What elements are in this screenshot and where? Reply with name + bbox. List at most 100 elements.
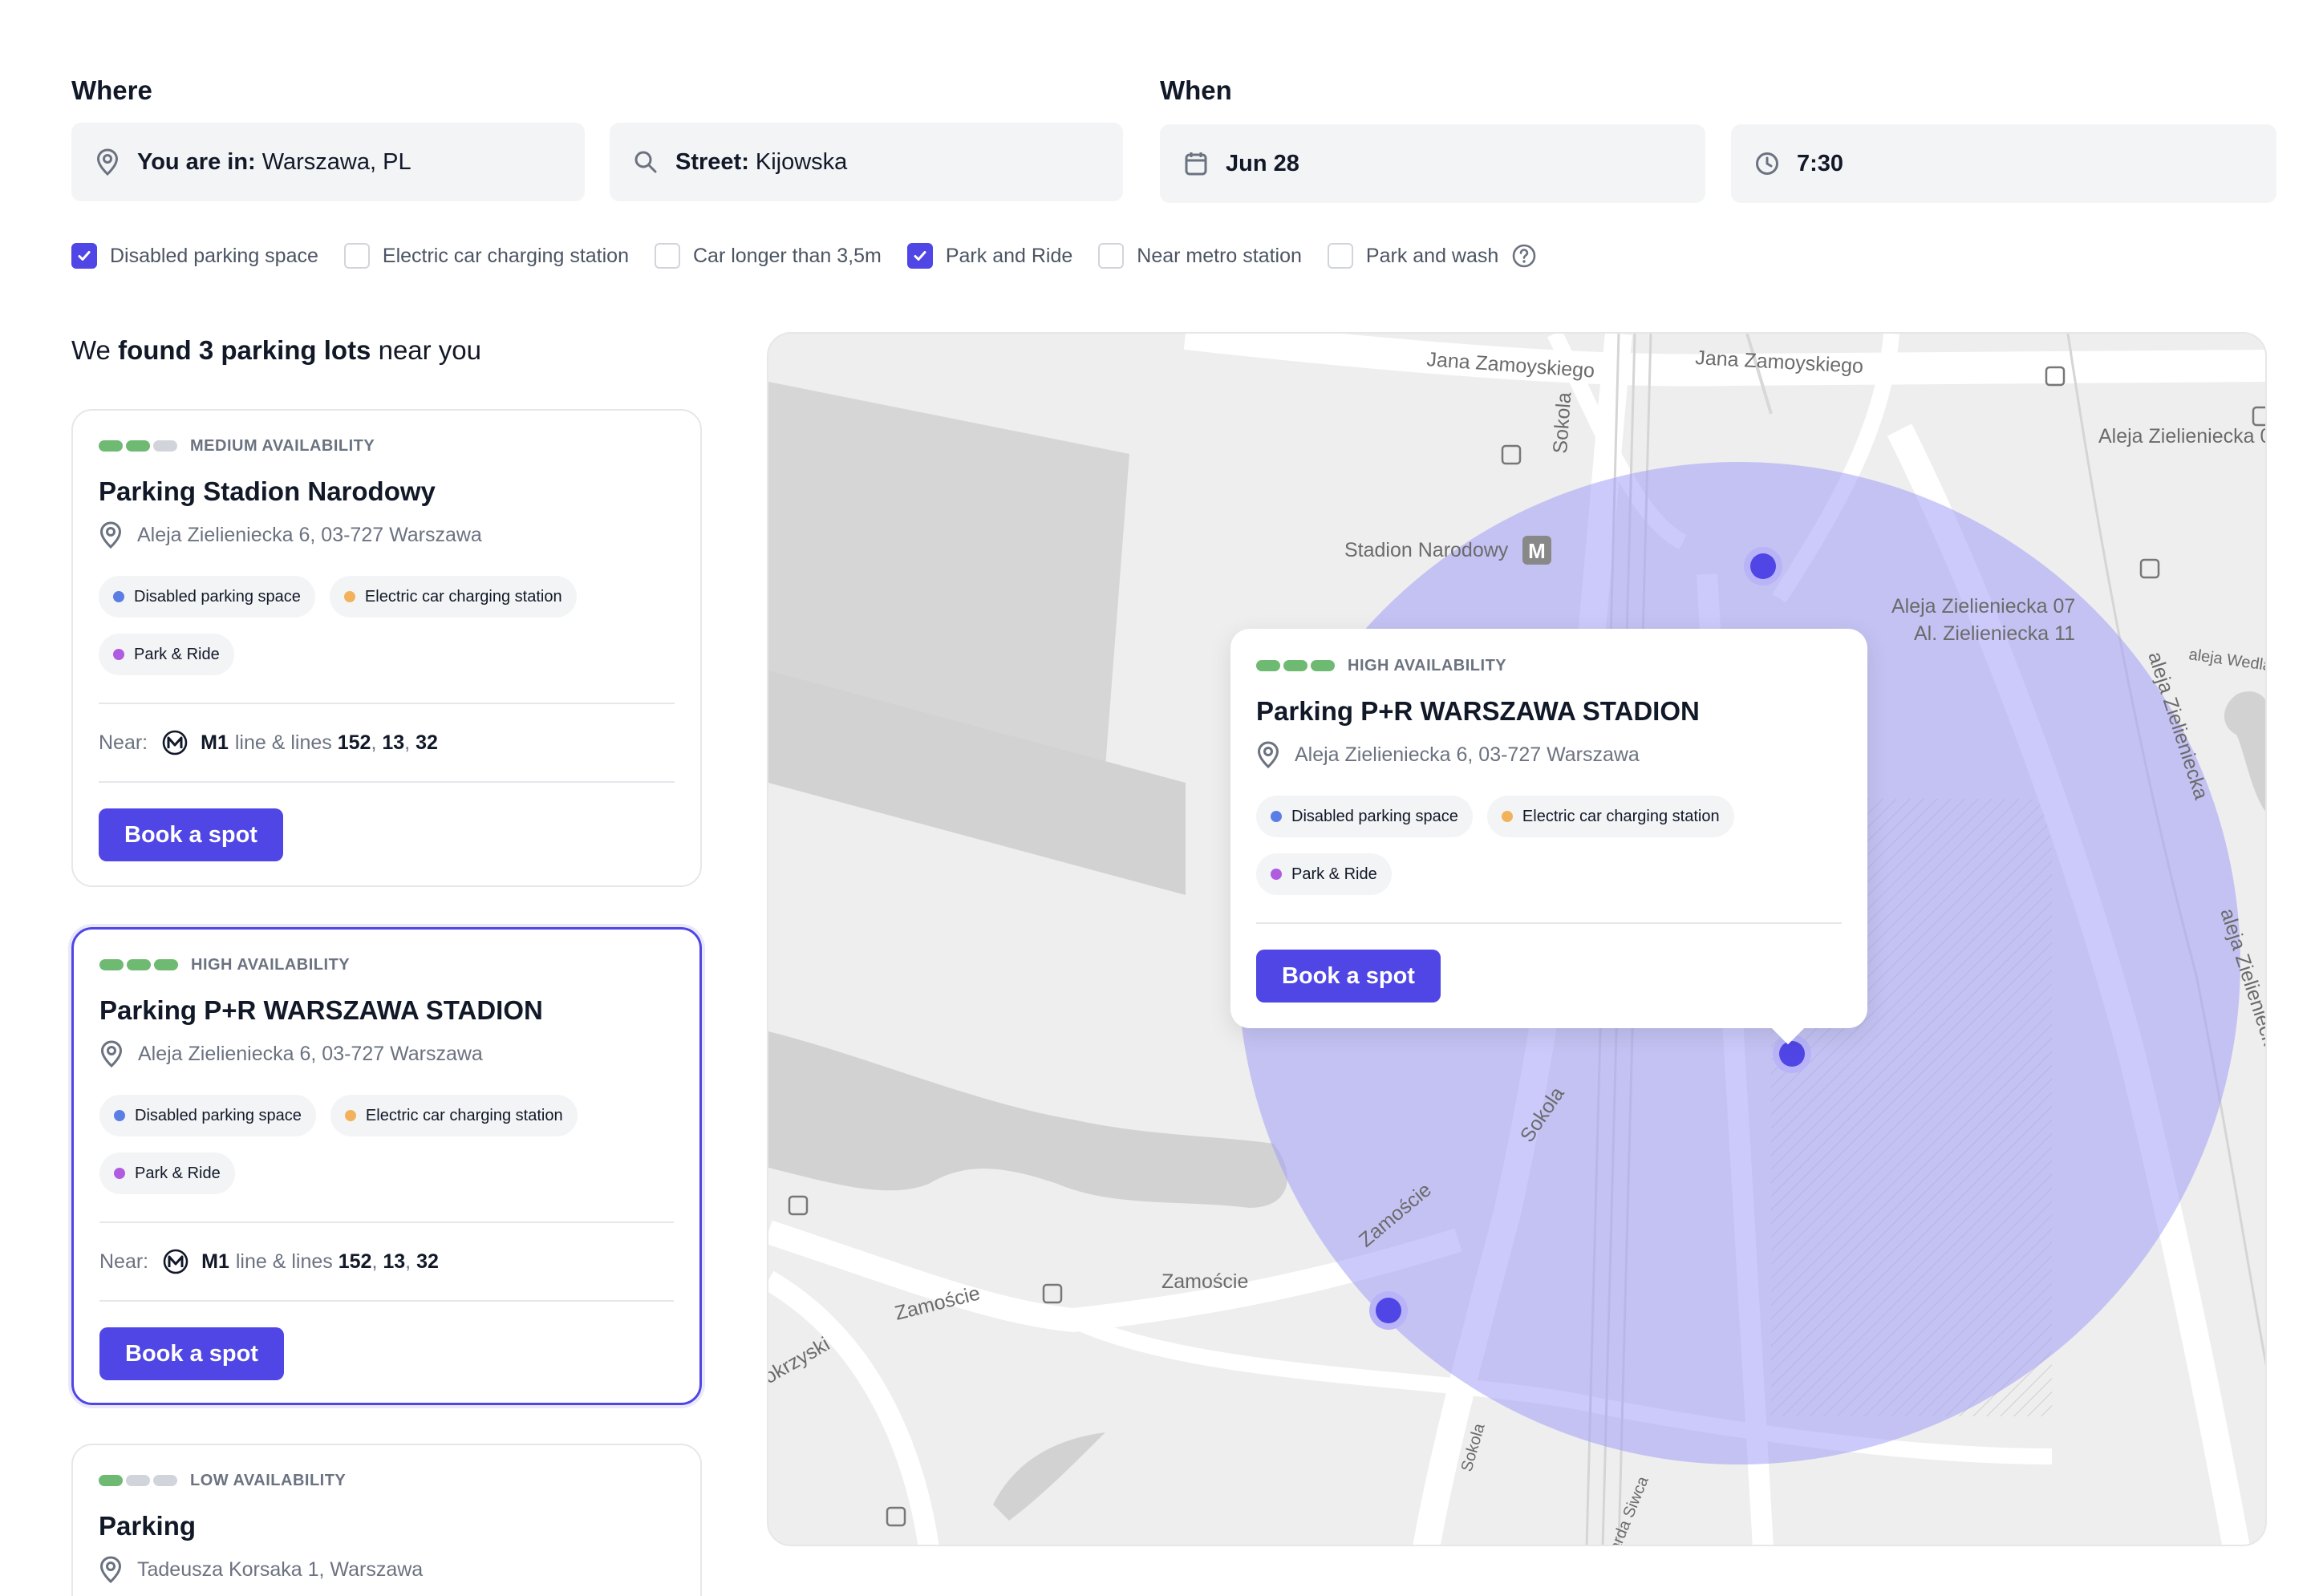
tag-dot: [114, 1110, 125, 1121]
checkbox[interactable]: [71, 243, 97, 269]
tag-label: Park & Ride: [134, 645, 220, 663]
parking-card[interactable]: MEDIUM AVAILABILITY Parking Stadion Naro…: [71, 409, 702, 887]
bus-line: 152: [338, 1250, 372, 1273]
parking-address: Aleja Zielieniecka 6, 03-727 Warszawa: [99, 521, 675, 549]
near-transport: Near: M1 line & lines 152, 13, 32: [99, 1223, 674, 1300]
check-icon: [914, 251, 926, 261]
checkbox[interactable]: [654, 243, 680, 269]
street-field[interactable]: Street: Kijowska: [610, 123, 1123, 201]
date-field[interactable]: Jun 28: [1160, 124, 1705, 203]
availability-text: LOW AVAILABILITY: [190, 1471, 347, 1489]
location-field[interactable]: You are in: Warszawa, PL: [71, 123, 585, 201]
map-pin-icon: [99, 521, 122, 549]
lines-text: line & lines: [235, 1250, 333, 1273]
checkbox[interactable]: [906, 243, 933, 269]
availability-bars: [99, 959, 178, 970]
filter-label: Disabled parking space: [110, 244, 318, 267]
filter-disabled-parking[interactable]: Disabled parking space: [71, 243, 318, 269]
tag-dot: [113, 649, 124, 660]
feature-tags: Disabled parking space Electric car char…: [1256, 796, 1786, 895]
address-text: Aleja Zielieniecka 6, 03-727 Warszawa: [138, 1042, 483, 1065]
near-label: Near:: [99, 731, 148, 754]
map-pin-icon: [100, 1040, 123, 1067]
availability-bar: [99, 1475, 123, 1486]
location-value: Warszawa, PL: [261, 148, 411, 175]
parking-title: Parking P+R WARSZAWA STADION: [99, 995, 543, 1025]
checkbox[interactable]: [343, 243, 370, 269]
bus-lines: line & lines 152, 13, 32: [235, 1250, 439, 1273]
divider: [1256, 922, 1842, 924]
checkbox[interactable]: [1098, 243, 1125, 269]
book-spot-button[interactable]: Book a spot: [1256, 950, 1441, 1003]
metro-line: M1: [201, 1250, 229, 1273]
availability-bar: [154, 959, 178, 970]
availability-bar: [153, 1475, 177, 1486]
feature-tag: Electric car charging station: [330, 1095, 578, 1136]
feature-tag: Disabled parking space: [99, 1095, 316, 1136]
feature-tags: Disabled parking space Electric car char…: [99, 1095, 629, 1194]
tag-label: Electric car charging station: [364, 587, 562, 606]
tag-dot: [344, 1110, 356, 1121]
parking-card[interactable]: LOW AVAILABILITY Parking Tadeusza Korsak…: [71, 1444, 702, 1596]
street-label: Aleja Zielieniecka 07: [1891, 595, 2075, 618]
tag-dot: [1501, 811, 1513, 822]
street-label: Zamoście: [1162, 1270, 1248, 1293]
checkbox[interactable]: [1327, 243, 1353, 269]
time-field[interactable]: 7:30: [1731, 124, 2276, 203]
metro-station-glyph: M: [1528, 539, 1546, 563]
parking-address: Aleja Zielieniecka 6, 03-727 Warszawa: [1256, 741, 1842, 768]
map-pin-icon: [99, 1556, 122, 1583]
parking-marker-dot[interactable]: [1376, 1298, 1401, 1323]
when-label: When: [1160, 75, 1232, 105]
availability-bars: [1256, 660, 1335, 671]
clock-icon: [1753, 150, 1781, 177]
parking-marker-dot[interactable]: [1750, 553, 1776, 579]
help-icon[interactable]: [1511, 243, 1537, 269]
where-label: Where: [71, 75, 152, 105]
street-label: Sokola: [1549, 391, 1575, 454]
filter-long-car[interactable]: Car longer than 3,5m: [654, 243, 882, 269]
metro-line: M1: [201, 731, 229, 754]
street-prefix: Street:: [675, 148, 749, 175]
parking-address: Tadeusza Korsaka 1, Warszawa: [99, 1556, 675, 1583]
availability-bar: [126, 440, 150, 452]
bus-line: 13: [382, 731, 405, 754]
availability-bars: [99, 440, 177, 452]
filter-label: Park and wash: [1365, 244, 1499, 267]
availability-indicator: HIGH AVAILABILITY: [99, 955, 674, 974]
tag-dot: [113, 591, 124, 602]
near-transport: Near: M1 line & lines 152, 13, 32: [99, 704, 675, 781]
parking-title: Parking Stadion Narodowy: [99, 476, 436, 506]
filter-near-metro[interactable]: Near metro station: [1098, 243, 1302, 269]
filter-label: Near metro station: [1137, 244, 1302, 267]
lines-text: line & lines: [234, 731, 332, 754]
parking-marker-dot[interactable]: [1779, 1041, 1805, 1067]
location-prefix: You are in:: [137, 148, 256, 175]
parking-title: Parking P+R WARSZAWA STADION: [1256, 696, 1700, 726]
availability-bar: [127, 959, 151, 970]
map-popup[interactable]: HIGH AVAILABILITY Parking P+R WARSZAWA S…: [1230, 629, 1867, 1045]
filter-ev-charging[interactable]: Electric car charging station: [343, 243, 629, 269]
map-pin-icon: [94, 148, 121, 176]
tag-dot: [1271, 869, 1282, 880]
tag-label: Disabled parking space: [135, 1106, 302, 1124]
tag-label: Disabled parking space: [134, 587, 301, 606]
availability-bars: [99, 1475, 177, 1486]
availability-bar: [1311, 660, 1335, 671]
tag-label: Electric car charging station: [1522, 807, 1720, 825]
filter-label: Park and Ride: [945, 244, 1073, 267]
availability-bar: [1256, 660, 1280, 671]
filter-park-and-ride[interactable]: Park and Ride: [906, 243, 1073, 269]
book-spot-button[interactable]: Book a spot: [99, 808, 283, 861]
search-icon: [632, 148, 659, 176]
parking-card-selected[interactable]: HIGH AVAILABILITY Parking P+R WARSZAWA S…: [71, 927, 702, 1405]
bus-line: 13: [383, 1250, 406, 1273]
book-spot-button[interactable]: Book a spot: [99, 1327, 284, 1380]
street-label: Aleja Zielieniecka 0: [2098, 425, 2267, 448]
calendar-icon: [1182, 150, 1210, 177]
availability-indicator: HIGH AVAILABILITY: [1256, 656, 1842, 675]
divider: [99, 1300, 674, 1302]
filter-park-and-wash[interactable]: Park and wash: [1327, 243, 1499, 269]
place-label: Stadion Narodowy: [1344, 539, 1509, 561]
feature-tag: Park & Ride: [99, 1152, 235, 1194]
